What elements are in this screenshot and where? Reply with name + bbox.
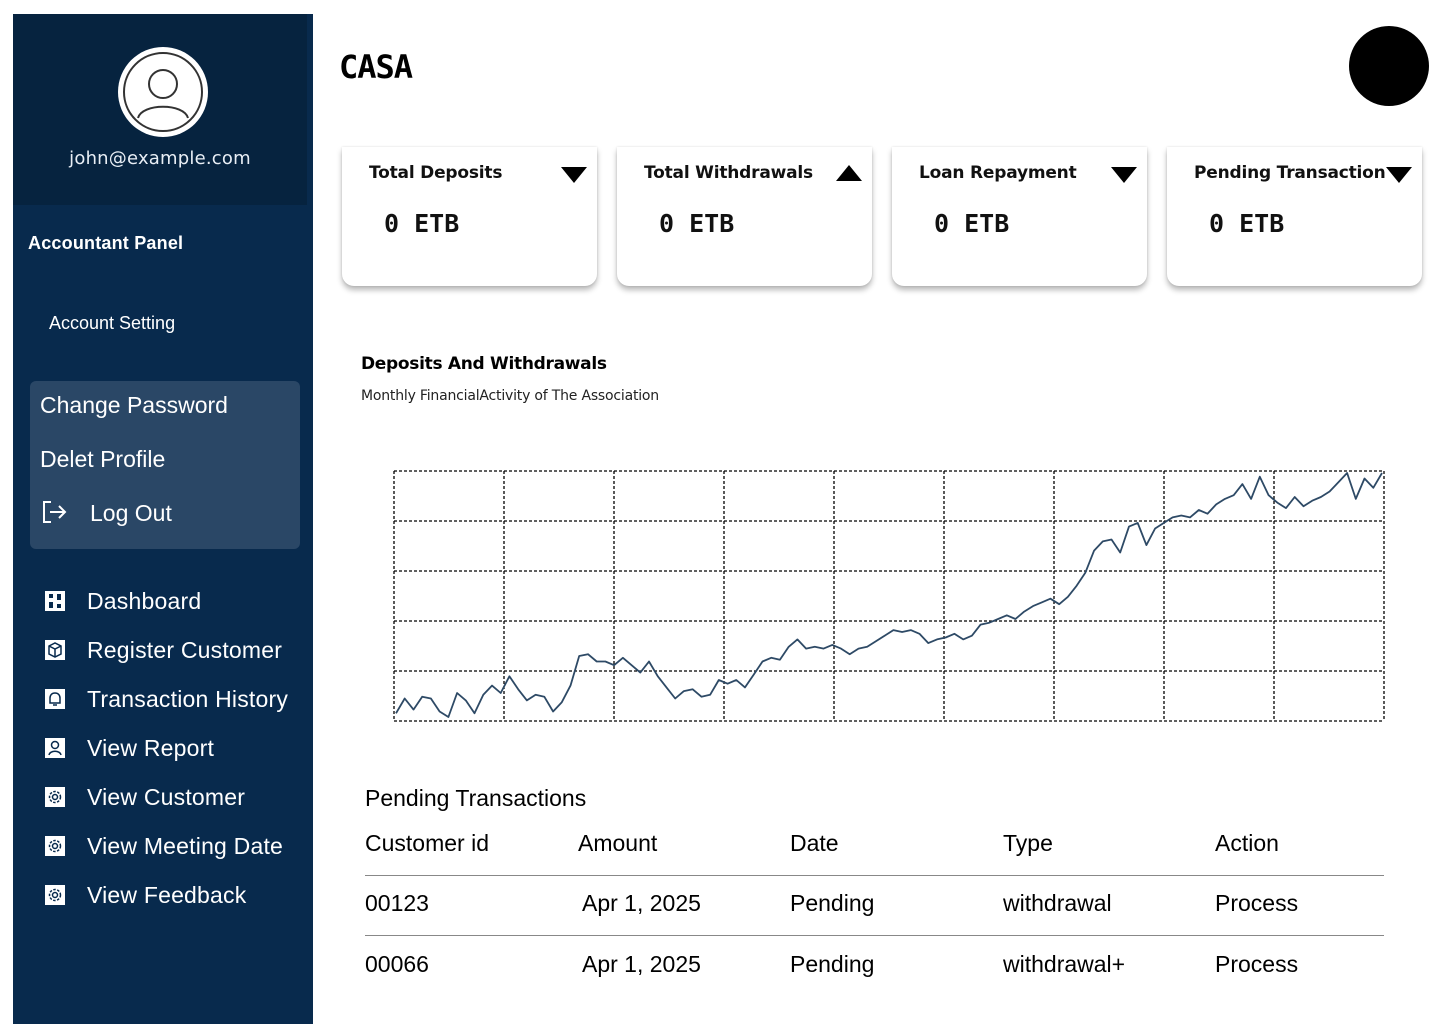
stat-card-loan-repayment: Loan Repayment 0 ETB <box>892 147 1147 286</box>
user-menu-avatar[interactable] <box>1349 26 1429 106</box>
account-setting-link[interactable]: Account Setting <box>49 313 175 334</box>
sidebar-item-dashboard[interactable]: Dashboard <box>43 584 201 618</box>
cell-customer-id: 00066 <box>365 951 429 977</box>
gear-icon <box>43 784 67 810</box>
sidebar-item-view-customer[interactable]: View Customer <box>43 780 245 814</box>
cell-date: Pending <box>790 890 875 916</box>
column-header-type: Type <box>1003 830 1053 856</box>
series-line <box>395 472 1383 718</box>
table-divider <box>365 875 1384 876</box>
column-header-amount: Amount <box>578 830 658 856</box>
user-email: john@example.com <box>69 148 251 169</box>
cell-amount: Apr 1, 2025 <box>582 890 701 916</box>
cell-customer-id: 00123 <box>365 890 429 916</box>
sidebar-item-label: Dashboard <box>87 587 202 614</box>
cell-amount: Apr 1, 2025 <box>582 951 701 977</box>
card-label: Total Deposits <box>369 163 503 183</box>
stat-card-total-deposits: Total Deposits 0 ETB <box>342 147 597 286</box>
logout-link[interactable]: Log Out <box>90 500 172 527</box>
stat-card-pending-transaction: Pending Transaction 0 ETB <box>1167 147 1422 286</box>
caret-up-icon[interactable] <box>836 165 862 181</box>
sidebar-item-view-feedback[interactable]: View Feedback <box>43 878 246 912</box>
delete-profile-link[interactable]: Delet Profile <box>40 446 165 473</box>
account-settings-menu: Change Password Delet Profile Log Out <box>30 381 300 549</box>
sidebar-item-label: Transaction History <box>87 685 289 712</box>
change-password-link[interactable]: Change Password <box>40 392 228 419</box>
cell-type: withdrawal <box>1003 890 1112 916</box>
caret-down-icon[interactable] <box>1111 167 1137 183</box>
cell-type: withdrawal+ <box>1003 951 1126 977</box>
table-title: Pending Transactions <box>365 785 587 811</box>
process-button[interactable]: Process <box>1215 890 1298 917</box>
chart-title: Deposits And Withdrawals <box>361 354 607 374</box>
avatar-icon[interactable] <box>118 47 208 137</box>
card-label: Total Withdrawals <box>644 163 813 183</box>
logout-icon[interactable] <box>40 498 68 526</box>
chart-subtitle: Monthly FinancialActivity of The Associa… <box>361 388 659 404</box>
sidebar-item-label: View Meeting Date <box>87 832 284 859</box>
card-label: Loan Repayment <box>919 163 1077 183</box>
gear-icon <box>43 882 67 908</box>
sidebar-item-view-meeting-date[interactable]: View Meeting Date <box>43 829 283 863</box>
package-icon <box>43 637 67 663</box>
caret-down-icon[interactable] <box>1386 167 1412 183</box>
table-divider <box>365 935 1384 936</box>
sidebar-item-register-customer[interactable]: Register Customer <box>43 633 282 667</box>
sidebar-item-label: Register Customer <box>87 636 283 663</box>
dashboard-icon <box>43 588 67 614</box>
card-value: 0 ETB <box>384 209 460 238</box>
column-header-customer-id: Customer id <box>365 830 489 856</box>
bell-icon <box>43 686 67 712</box>
sidebar-item-label: View Feedback <box>87 881 247 908</box>
card-value: 0 ETB <box>934 209 1010 238</box>
column-header-date: Date <box>790 830 839 856</box>
sidebar: john@example.com Accountant Panel Accoun… <box>13 14 313 1024</box>
card-value: 0 ETB <box>1209 209 1285 238</box>
sidebar-item-label: View Customer <box>87 783 246 810</box>
sidebar-item-label: View Report <box>87 734 215 761</box>
stat-card-total-withdrawals: Total Withdrawals 0 ETB <box>617 147 872 286</box>
cell-date: Pending <box>790 951 875 977</box>
card-label: Pending Transaction <box>1194 163 1386 183</box>
app-title: CASA <box>339 48 413 86</box>
sidebar-item-view-report[interactable]: View Report <box>43 731 214 765</box>
profile-section: john@example.com <box>13 14 307 205</box>
process-button[interactable]: Process <box>1215 951 1298 978</box>
panel-title: Accountant Panel <box>28 233 184 253</box>
sidebar-item-transaction-history[interactable]: Transaction History <box>43 682 288 716</box>
gear-icon <box>43 833 67 859</box>
column-header-action: Action <box>1215 830 1279 856</box>
caret-down-icon[interactable] <box>561 167 587 183</box>
user-icon <box>43 735 67 761</box>
card-value: 0 ETB <box>659 209 735 238</box>
line-chart <box>393 470 1385 722</box>
